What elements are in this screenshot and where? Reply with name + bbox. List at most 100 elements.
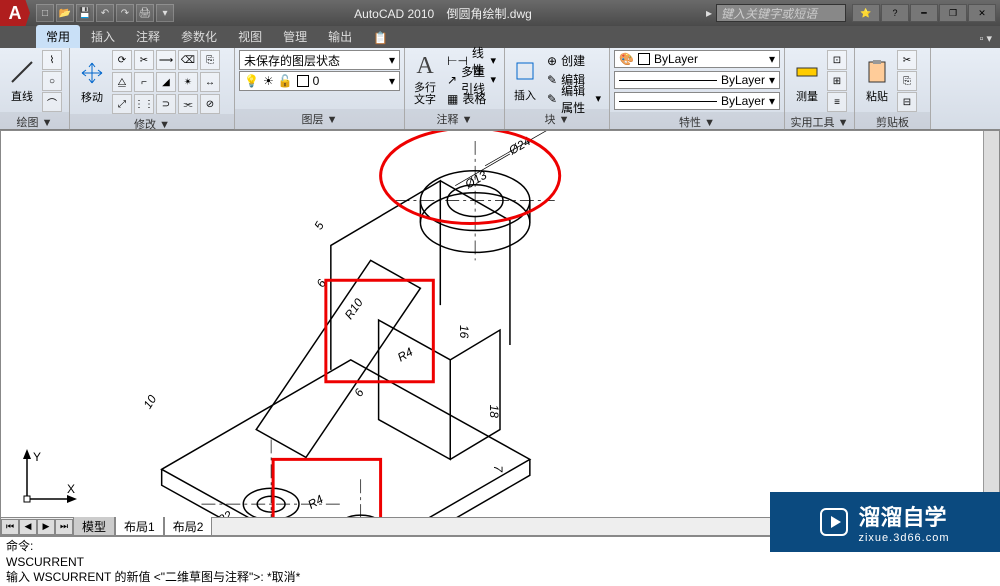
color-combo[interactable]: 🎨ByLayer▾	[614, 50, 780, 68]
copy-icon[interactable]: ⎘	[200, 50, 220, 70]
app-name: AutoCAD 2010	[354, 7, 434, 21]
layer-name: 0	[313, 74, 320, 88]
break-icon[interactable]: ⊘	[200, 94, 220, 114]
linetype-combo[interactable]: ByLayer▾	[614, 92, 780, 110]
panel-layer-label[interactable]: 图层 ▼	[235, 109, 404, 129]
qat-new-icon[interactable]: □	[36, 4, 54, 22]
tab-parametric[interactable]: 参数化	[171, 25, 227, 48]
dim-r10: R10	[342, 296, 366, 322]
mleader-button[interactable]: ↗多重引线 ▾	[443, 71, 500, 89]
qat-undo-icon[interactable]: ↶	[96, 4, 114, 22]
tab-insert[interactable]: 插入	[81, 25, 125, 48]
block-editattr-button[interactable]: ✎编辑属性 ▾	[543, 90, 605, 108]
tab-extra-icon[interactable]: 📋	[363, 28, 398, 48]
mtext-button[interactable]: A 多行 文字	[409, 51, 441, 108]
line-icon	[8, 58, 36, 86]
drawing-canvas[interactable]: Ø24 Ø13 5 R10 R4 6 6 16 18 7 10 22 42 R4…	[0, 130, 1000, 536]
array-icon[interactable]: ⋮⋮	[134, 94, 154, 114]
watermark-title: 溜溜自学	[858, 500, 946, 532]
stretch-icon[interactable]: ↔	[200, 72, 220, 92]
qat-dropdown-icon[interactable]: ▾	[156, 4, 174, 22]
chevron-down-icon: ▾	[769, 73, 775, 87]
layout2-tab[interactable]: 布局2	[164, 517, 213, 537]
tab-nav-prev-icon[interactable]: ◀	[19, 519, 37, 535]
clipboard-icon	[863, 58, 891, 86]
ribbon: 直线 ⌇ ○ ⌒ 绘图 ▼ 移动 ⟳ ✂ ⟶ ⌫ ⎘ ⧋ ⌐	[0, 48, 1000, 130]
paste-label: 粘贴	[866, 88, 888, 104]
tab-nav-last-icon[interactable]: ⏭	[55, 519, 73, 535]
measure-button[interactable]: 测量	[789, 56, 825, 106]
mirror-icon[interactable]: ⧋	[112, 72, 132, 92]
ribbon-minimize-icon[interactable]: ▫ ▾	[972, 29, 1000, 48]
help-icon[interactable]: ?	[881, 4, 909, 22]
lightbulb-icon: 💡	[244, 74, 259, 88]
minimize-button[interactable]: ━	[910, 4, 938, 22]
panel-clip-label[interactable]: 剪贴板	[855, 112, 930, 132]
block-insert-label: 插入	[514, 87, 536, 103]
dim-r4b: R4	[305, 492, 326, 512]
util-icon-2[interactable]: ⊞	[827, 71, 847, 91]
lineweight-combo[interactable]: ByLayer▾	[614, 71, 780, 89]
tab-annotate[interactable]: 注释	[126, 25, 170, 48]
panel-draw-label[interactable]: 绘图 ▼	[0, 112, 69, 132]
watermark: 溜溜自学 zixue.3d66.com	[770, 492, 1000, 552]
tab-home[interactable]: 常用	[36, 25, 80, 48]
help-star-icon[interactable]: ⭐	[852, 4, 880, 22]
cut-icon[interactable]: ✂	[897, 50, 917, 70]
ruler-icon	[793, 58, 821, 86]
panel-block-label[interactable]: 块 ▼	[505, 109, 609, 129]
match-icon[interactable]: ⊟	[897, 92, 917, 112]
tab-nav-next-icon[interactable]: ▶	[37, 519, 55, 535]
text-icon: A	[416, 53, 433, 80]
layer-state-text: 未保存的图层状态	[244, 52, 340, 69]
layer-combo[interactable]: 💡 ☀ 🔓 0 ▾	[239, 71, 400, 91]
util-icon-3[interactable]: ≡	[827, 92, 847, 112]
qat-save-icon[interactable]: 💾	[76, 4, 94, 22]
lock-icon: 🔓	[278, 74, 293, 88]
tab-nav-first-icon[interactable]: ⏮	[1, 519, 19, 535]
panel-util-label[interactable]: 实用工具 ▼	[785, 112, 854, 132]
arc-icon[interactable]: ⌒	[42, 92, 62, 112]
search-input[interactable]: 键入关键字或短语	[716, 4, 846, 22]
tab-output[interactable]: 输出	[318, 25, 362, 48]
util-icon-1[interactable]: ⊡	[827, 50, 847, 70]
dim-r4a: R4	[395, 345, 416, 365]
block-create-button[interactable]: ⊕创建	[543, 52, 605, 70]
block-insert-button[interactable]: 插入	[509, 55, 541, 105]
title-divider: ▸	[706, 6, 716, 20]
explode-icon[interactable]: ✴	[178, 72, 198, 92]
polyline-icon[interactable]: ⌇	[42, 50, 62, 70]
table-button[interactable]: ▦表格	[443, 90, 500, 108]
fillet-icon[interactable]: ⌐	[134, 72, 154, 92]
vertical-scrollbar[interactable]	[983, 131, 999, 517]
join-icon[interactable]: ⫘	[178, 94, 198, 114]
trim-icon[interactable]: ✂	[134, 50, 154, 70]
paste-button[interactable]: 粘贴	[859, 56, 895, 106]
rotate-icon[interactable]: ⟳	[112, 50, 132, 70]
ribbon-tabs: 常用 插入 注释 参数化 视图 管理 输出 📋 ▫ ▾	[0, 26, 1000, 48]
erase-icon[interactable]: ⌫	[178, 50, 198, 70]
panel-annot-label[interactable]: 注释 ▼	[405, 109, 504, 129]
qat-redo-icon[interactable]: ↷	[116, 4, 134, 22]
panel-props-label[interactable]: 特性 ▼	[610, 112, 784, 132]
tab-view[interactable]: 视图	[228, 25, 272, 48]
app-logo[interactable]: A	[0, 0, 30, 26]
move-button[interactable]: 移动	[74, 57, 110, 107]
copy-clip-icon[interactable]: ⎘	[897, 71, 917, 91]
extend-icon[interactable]: ⟶	[156, 50, 176, 70]
model-tab[interactable]: 模型	[73, 517, 115, 537]
close-button[interactable]: ✕	[968, 4, 996, 22]
edit-icon: ✎	[547, 73, 557, 87]
tab-manage[interactable]: 管理	[273, 25, 317, 48]
line-button[interactable]: 直线	[4, 56, 40, 106]
offset-icon[interactable]: ⊃	[156, 94, 176, 114]
layout1-tab[interactable]: 布局1	[115, 517, 164, 537]
layer-state-combo[interactable]: 未保存的图层状态 ▾	[239, 50, 400, 70]
qat-print-icon[interactable]: 🖨	[136, 4, 154, 22]
qat-open-icon[interactable]: 📂	[56, 4, 74, 22]
scale-icon[interactable]: ⤢	[112, 94, 132, 114]
maximize-button[interactable]: ❐	[939, 4, 967, 22]
mtext-label: 多行 文字	[414, 82, 436, 106]
circle-icon[interactable]: ○	[42, 71, 62, 91]
chamfer-icon[interactable]: ◢	[156, 72, 176, 92]
